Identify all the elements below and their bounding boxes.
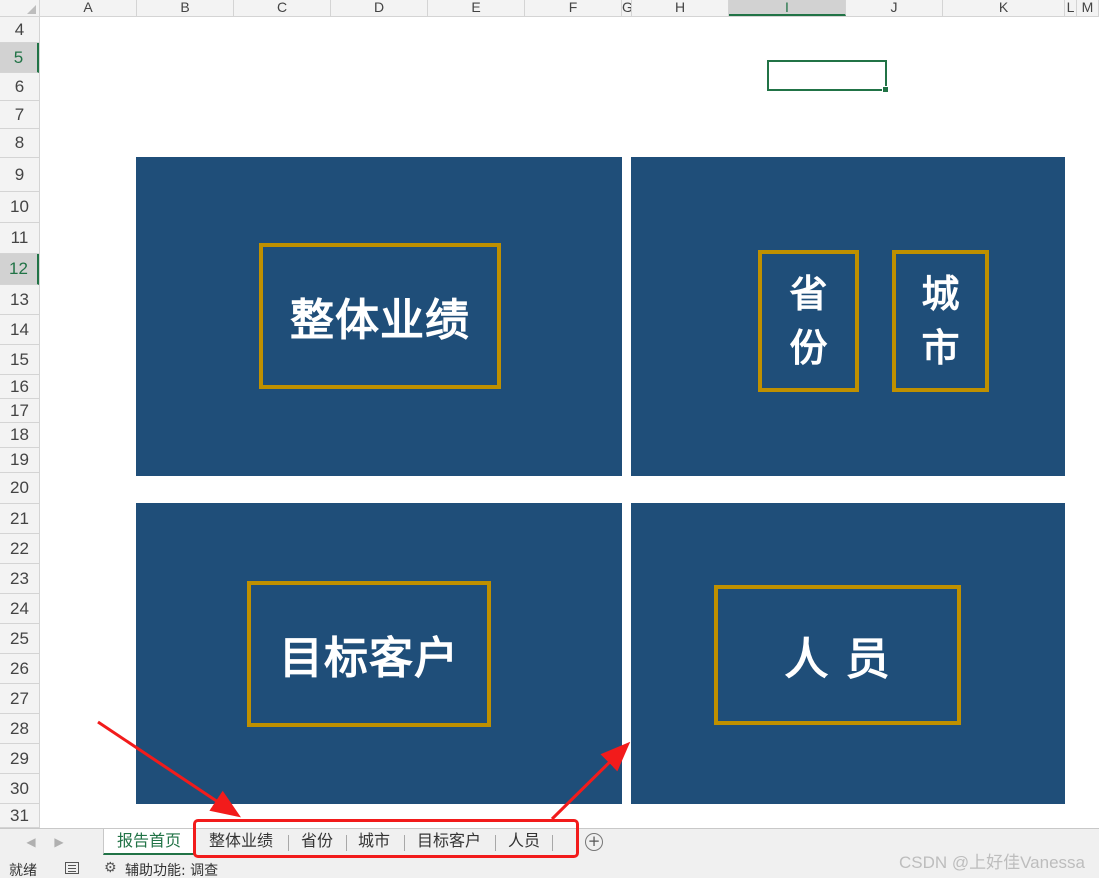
annotation-highlight-box [193, 819, 579, 858]
column-header-b[interactable]: B [137, 0, 234, 16]
overall-performance-label: 整体业绩 [290, 295, 470, 346]
status-bar: 就绪 ⚙ 辅助功能: 调查 CSDN @上好佳Vanessa [0, 853, 1099, 880]
row-header-26[interactable]: 26 [0, 654, 39, 684]
row-header-16[interactable]: 16 [0, 375, 39, 399]
column-header-e[interactable]: E [428, 0, 525, 16]
city-label-line-1: 城 [921, 272, 960, 316]
row-header-17[interactable]: 17 [0, 399, 39, 423]
row-header-12[interactable]: 12 [0, 254, 39, 285]
status-ready-text: 就绪 [9, 863, 37, 879]
column-header-m[interactable]: M [1077, 0, 1099, 16]
row-header-bar: 4 5 6 7 8 9 10 11 12 13 14 15 16 17 18 1… [0, 17, 40, 828]
tile-province-city: 省 份 城 市 [631, 157, 1065, 476]
select-all-corner[interactable] [0, 0, 40, 16]
column-header-l[interactable]: L [1065, 0, 1077, 16]
active-cell-selection[interactable] [767, 60, 889, 93]
row-header-7[interactable]: 7 [0, 101, 39, 129]
row-header-28[interactable]: 28 [0, 714, 39, 744]
column-header-f[interactable]: F [525, 0, 622, 16]
people-button[interactable]: 人 员 [714, 585, 961, 725]
row-header-21[interactable]: 21 [0, 504, 39, 534]
column-header-j[interactable]: J [846, 0, 943, 16]
row-header-6[interactable]: 6 [0, 73, 39, 101]
column-header-c[interactable]: C [234, 0, 331, 16]
row-header-29[interactable]: 29 [0, 744, 39, 774]
column-header-a[interactable]: A [40, 0, 137, 16]
row-header-20[interactable]: 20 [0, 473, 39, 504]
column-header-g[interactable]: G [622, 0, 632, 16]
row-header-4[interactable]: 4 [0, 17, 39, 43]
scroll-tabs-left-icon[interactable]: ◀ [24, 835, 38, 849]
row-header-31[interactable]: 31 [0, 804, 39, 828]
column-header-d[interactable]: D [331, 0, 428, 16]
column-header-h[interactable]: H [632, 0, 729, 16]
row-header-22[interactable]: 22 [0, 534, 39, 564]
worksheet-grid[interactable]: 整体业绩 省 份 城 市 目标客户 人 员 [40, 17, 1099, 828]
row-header-13[interactable]: 13 [0, 285, 39, 315]
row-header-15[interactable]: 15 [0, 345, 39, 375]
city-button[interactable]: 城 市 [892, 250, 989, 392]
column-header-k[interactable]: K [943, 0, 1065, 16]
column-header-i[interactable]: I [729, 0, 846, 16]
accessibility-icon[interactable]: ⚙ [104, 860, 117, 876]
row-header-30[interactable]: 30 [0, 774, 39, 804]
people-label: 人 员 [784, 634, 891, 685]
watermark-text: CSDN @上好佳Vanessa [898, 853, 1085, 872]
city-label-line-2: 市 [921, 326, 960, 370]
column-header-bar: A B C D E F G H I J K L M [0, 0, 1099, 17]
row-header-9[interactable]: 9 [0, 158, 39, 192]
row-header-14[interactable]: 14 [0, 315, 39, 345]
row-header-8[interactable]: 8 [0, 129, 39, 158]
row-header-25[interactable]: 25 [0, 624, 39, 654]
sheet-tab-report-home[interactable]: 报告首页 [103, 829, 195, 855]
row-header-24[interactable]: 24 [0, 594, 39, 624]
province-label-line-2: 份 [789, 326, 828, 370]
province-button[interactable]: 省 份 [758, 250, 859, 392]
row-header-23[interactable]: 23 [0, 564, 39, 594]
accessibility-status[interactable]: 辅助功能: 调查 [125, 860, 218, 880]
row-header-11[interactable]: 11 [0, 223, 39, 254]
tile-people[interactable]: 人 员 [631, 503, 1065, 804]
add-sheet-icon[interactable]: + [585, 833, 603, 851]
row-header-19[interactable]: 19 [0, 448, 39, 473]
tile-target-customers[interactable]: 目标客户 [136, 503, 622, 804]
province-label-line-1: 省 [789, 272, 828, 316]
row-header-27[interactable]: 27 [0, 684, 39, 714]
macro-recorder-icon[interactable] [65, 862, 79, 874]
overall-performance-button[interactable]: 整体业绩 [259, 243, 501, 389]
tile-overall-performance[interactable]: 整体业绩 [136, 157, 622, 476]
target-customers-button[interactable]: 目标客户 [247, 581, 491, 727]
row-header-10[interactable]: 10 [0, 192, 39, 223]
row-header-18[interactable]: 18 [0, 423, 39, 448]
target-customers-label: 目标客户 [279, 633, 459, 684]
scroll-tabs-right-icon[interactable]: ▶ [52, 835, 66, 849]
row-header-5[interactable]: 5 [0, 43, 39, 73]
